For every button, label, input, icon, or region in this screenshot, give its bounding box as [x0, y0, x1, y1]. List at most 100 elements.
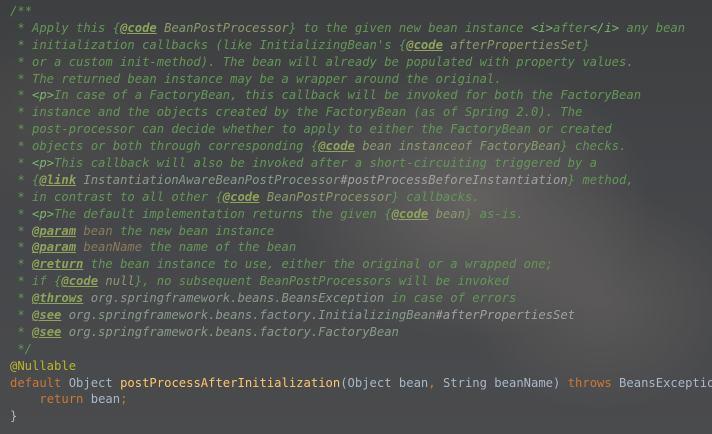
code-line[interactable]: * or a custom init-method). The bean wil…	[0, 54, 712, 71]
code-token: postProcessAfterInitialization	[120, 375, 341, 390]
code-token: <i>	[531, 20, 554, 35]
code-token: to the given new bean instance	[296, 20, 531, 35]
code-token: @param	[32, 223, 77, 238]
code-line[interactable]: @Nullable	[0, 358, 712, 375]
code-token: }	[560, 139, 568, 154]
code-line[interactable]: return bean;	[0, 391, 712, 408]
code-token: , no subsequent BeanPostProcessors will …	[142, 274, 509, 289]
code-token: }	[391, 189, 399, 204]
code-token: *	[10, 291, 33, 306]
code-line[interactable]: * initialization callbacks (like Initial…	[0, 37, 712, 54]
code-token: *	[10, 88, 33, 103]
code-token: The default implementation returns the g…	[54, 206, 385, 221]
code-token: in case of errors	[384, 291, 517, 306]
code-line[interactable]: * @param bean the new bean instance	[0, 223, 712, 240]
code-token: BeanPostProcessor	[259, 189, 392, 204]
code-line[interactable]: * post-processor can decide whether to a…	[0, 121, 712, 138]
code-token: <p>	[32, 156, 55, 171]
code-token: {	[384, 206, 392, 221]
code-token: </i>	[589, 20, 620, 35]
code-token: */	[10, 341, 33, 356]
code-line[interactable]: * if {@code null}, no subsequent BeanPos…	[0, 273, 712, 290]
code-line[interactable]: * @throws org.springframework.beans.Bean…	[0, 290, 712, 307]
code-token: afterPropertiesSet	[442, 37, 583, 52]
code-token: * Apply this	[10, 20, 113, 35]
code-token: BeansException {	[619, 375, 712, 390]
code-token: after	[553, 20, 590, 35]
code-token: #postProcessBeforeInstantiation	[340, 172, 568, 187]
code-token: This callback will also be invoked after…	[54, 156, 598, 171]
code-token: org.springframework.beans.BeansException	[83, 291, 385, 306]
code-token: <p>	[32, 88, 55, 103]
code-token: *	[10, 257, 33, 272]
code-token: * or a custom init-method). The bean wil…	[10, 54, 634, 69]
code-token: beanName	[76, 240, 143, 255]
code-token: @see	[32, 308, 62, 323]
code-token: ,	[428, 375, 436, 390]
code-token: bean	[83, 392, 121, 407]
code-token: *	[10, 324, 33, 339]
code-token: * objects or both through corresponding	[10, 139, 311, 154]
code-line[interactable]: * <p>In case of a FactoryBean, this call…	[0, 87, 712, 104]
code-line[interactable]: * @see org.springframework.beans.factory…	[0, 324, 712, 341]
code-token: * post-processor can decide whether to a…	[10, 122, 612, 137]
code-line[interactable]: * objects or both through corresponding …	[0, 138, 712, 155]
code-token: @code	[318, 139, 355, 154]
code-token: @Nullable	[10, 358, 77, 373]
code-token: In case of a FactoryBean, this callback …	[54, 88, 642, 103]
code-line[interactable]: * @return the bean instance to use, eith…	[0, 256, 712, 273]
code-editor[interactable]: /** * Apply this {@code BeanPostProcesso…	[0, 0, 712, 434]
code-line[interactable]: * <p>The default implementation returns …	[0, 206, 712, 223]
code-token: bean instanceof FactoryBean	[354, 139, 561, 154]
code-token: }	[134, 274, 143, 289]
code-token: @return	[32, 257, 84, 272]
code-token: default	[10, 375, 62, 390]
code-token: Object	[61, 375, 121, 390]
code-token: @code	[222, 189, 260, 204]
code-token: any bean	[619, 20, 686, 35]
code-line[interactable]: /**	[0, 3, 712, 20]
code-token: /**	[10, 4, 33, 18]
code-token: method,	[575, 172, 634, 187]
code-token: @code	[61, 274, 99, 289]
code-token: * initialization callbacks (like Initial…	[10, 37, 399, 52]
code-token: the new bean instance	[112, 223, 275, 238]
code-token: * instance and the objects created by th…	[10, 105, 583, 120]
code-token: * The returned bean instance may be a wr…	[10, 71, 502, 86]
code-token: @code	[120, 20, 157, 35]
code-token: @see	[32, 324, 62, 339]
code-line[interactable]: * The returned bean instance may be a wr…	[0, 71, 712, 88]
code-token: checks.	[567, 139, 627, 154]
code-line[interactable]: * @see org.springframework.beans.factory…	[0, 307, 712, 324]
code-token: #afterPropertiesSet	[435, 308, 576, 323]
code-token: *	[10, 156, 33, 171]
code-token: @link	[39, 172, 77, 187]
code-token: org.springframework.beans.factory.Initia…	[61, 308, 436, 323]
code-token: }	[582, 37, 590, 52]
code-token: @code	[406, 37, 443, 52]
code-token: @code	[391, 206, 429, 221]
code-line[interactable]: * Apply this {@code BeanPostProcessor} t…	[0, 20, 712, 37]
code-token: InstantiationAwareBeanPostProcessor	[76, 172, 341, 187]
code-line[interactable]: }	[0, 408, 712, 425]
code-line[interactable]: * <p>This callback will also be invoked …	[0, 155, 712, 172]
code-line[interactable]: */	[0, 341, 712, 358]
code-token: *	[10, 308, 33, 323]
code-token: null	[98, 274, 135, 289]
code-line[interactable]: default Object postProcessAfterInitializ…	[0, 375, 712, 392]
code-line[interactable]: * {@link InstantiationAwareBeanPostProce…	[0, 172, 712, 189]
code-token: (Object bean	[340, 375, 429, 390]
code-token: @throws	[32, 291, 84, 306]
code-line[interactable]: * @param beanName the name of the bean	[0, 239, 712, 256]
code-line[interactable]: * in contrast to all other {@code BeanPo…	[0, 189, 712, 206]
code-token: the name of the bean	[142, 240, 297, 255]
code-token: bean	[76, 223, 113, 238]
code-token: as-is.	[472, 206, 524, 221]
code-token: * in contrast to all other	[10, 189, 216, 204]
code-token: ;	[120, 392, 128, 407]
code-token: *	[10, 223, 33, 238]
code-line[interactable]: * instance and the objects created by th…	[0, 104, 712, 121]
code-token: *	[10, 172, 33, 187]
code-token: <p>	[32, 206, 55, 221]
